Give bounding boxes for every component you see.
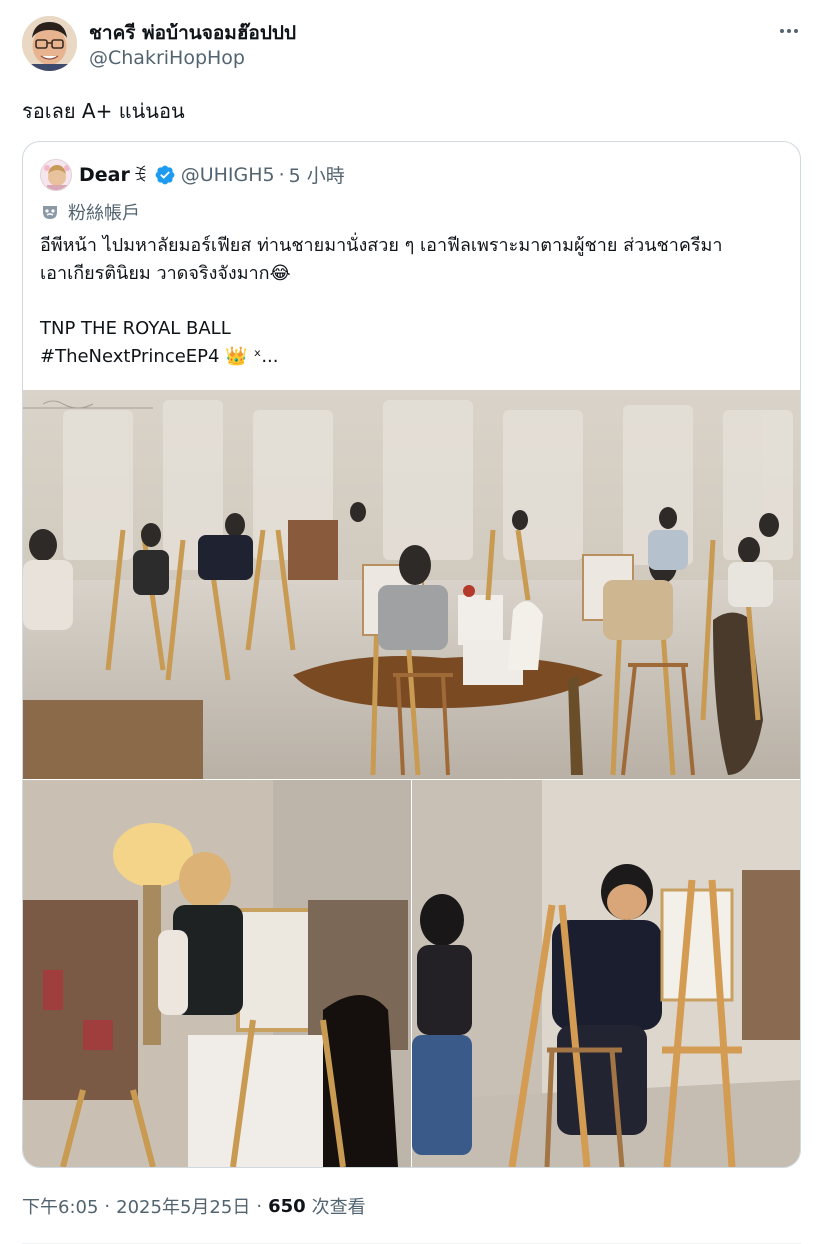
quoted-author-row: Dear ꉂ @UHIGH5 · 5 小時 xyxy=(79,161,345,188)
tweet-meta: 下午6:05 · 2025年5月25日 · 650 次查看 xyxy=(22,1193,366,1219)
author-name[interactable]: ชาครี พ่อบ้านจอมฮ๊อปปป xyxy=(89,18,296,48)
quoted-author-handle[interactable]: @UHIGH5 xyxy=(181,164,275,186)
tweet-time[interactable]: 下午6:05 xyxy=(22,1193,98,1219)
meta-separator: · xyxy=(104,1195,111,1217)
art-class-painter-image xyxy=(412,780,800,1167)
more-dot-icon xyxy=(787,29,791,33)
art-class-wide-photo[interactable] xyxy=(23,390,800,779)
tweet-date[interactable]: 2025年5月25日 xyxy=(116,1193,250,1219)
more-dot-icon xyxy=(794,29,798,33)
fan-account-text: 粉絲帳戶 xyxy=(68,203,140,224)
tweet-text: รอเลย A+ แน่นอน xyxy=(22,99,185,123)
quoted-timestamp[interactable]: 5 小時 xyxy=(289,161,345,188)
quoted-media-grid xyxy=(23,390,800,1167)
quoted-text-line: TNP THE ROYAL BALL xyxy=(40,318,231,339)
more-options-button[interactable] xyxy=(772,17,806,45)
quoted-text-line: อีพีหน้า ไปมหาลัยมอร์เฟียส ท่านชายมานั่ง… xyxy=(40,235,723,256)
verified-badge-icon xyxy=(155,165,175,184)
art-class-painter-photo[interactable] xyxy=(412,780,800,1167)
art-class-student-photo[interactable] xyxy=(23,780,411,1167)
theater-mask-icon xyxy=(43,206,57,219)
views-count: 650 xyxy=(268,1195,306,1217)
author-avatar[interactable] xyxy=(22,16,77,71)
quoted-author-name[interactable]: Dear xyxy=(79,164,130,186)
quoted-hashtag-line[interactable]: #TheNextPrinceEP4 👑 ˣ... xyxy=(40,343,785,371)
quoted-separator: · xyxy=(278,163,285,186)
art-class-student-image xyxy=(23,780,411,1167)
author-avatar-image xyxy=(22,16,77,71)
quoted-avatar[interactable] xyxy=(40,159,72,191)
quoted-text-line xyxy=(40,288,785,315)
quoted-avatar-image xyxy=(41,160,71,190)
quoted-tweet-text: อีพีหน้า ไปมหาลัยมอร์เฟียส ท่านชายมานั่ง… xyxy=(40,232,785,371)
author-handle[interactable]: @ChakriHopHop xyxy=(89,47,245,69)
quoted-name-emoji: ꉂ xyxy=(132,165,148,187)
more-dot-icon xyxy=(780,29,784,33)
quoted-tweet-card[interactable]: Dear ꉂ @UHIGH5 · 5 小時 粉絲帳戶 อีพีหน้า ไปมห… xyxy=(22,141,801,1168)
quoted-text-line: เอาเกียรตินิยม วาดจริงจังมาก😂 xyxy=(40,263,291,284)
art-class-wide-image xyxy=(23,390,800,779)
meta-separator: · xyxy=(256,1195,263,1217)
views-label: 次查看 xyxy=(311,1197,366,1218)
fan-account-label: 粉絲帳戶 xyxy=(40,199,140,225)
